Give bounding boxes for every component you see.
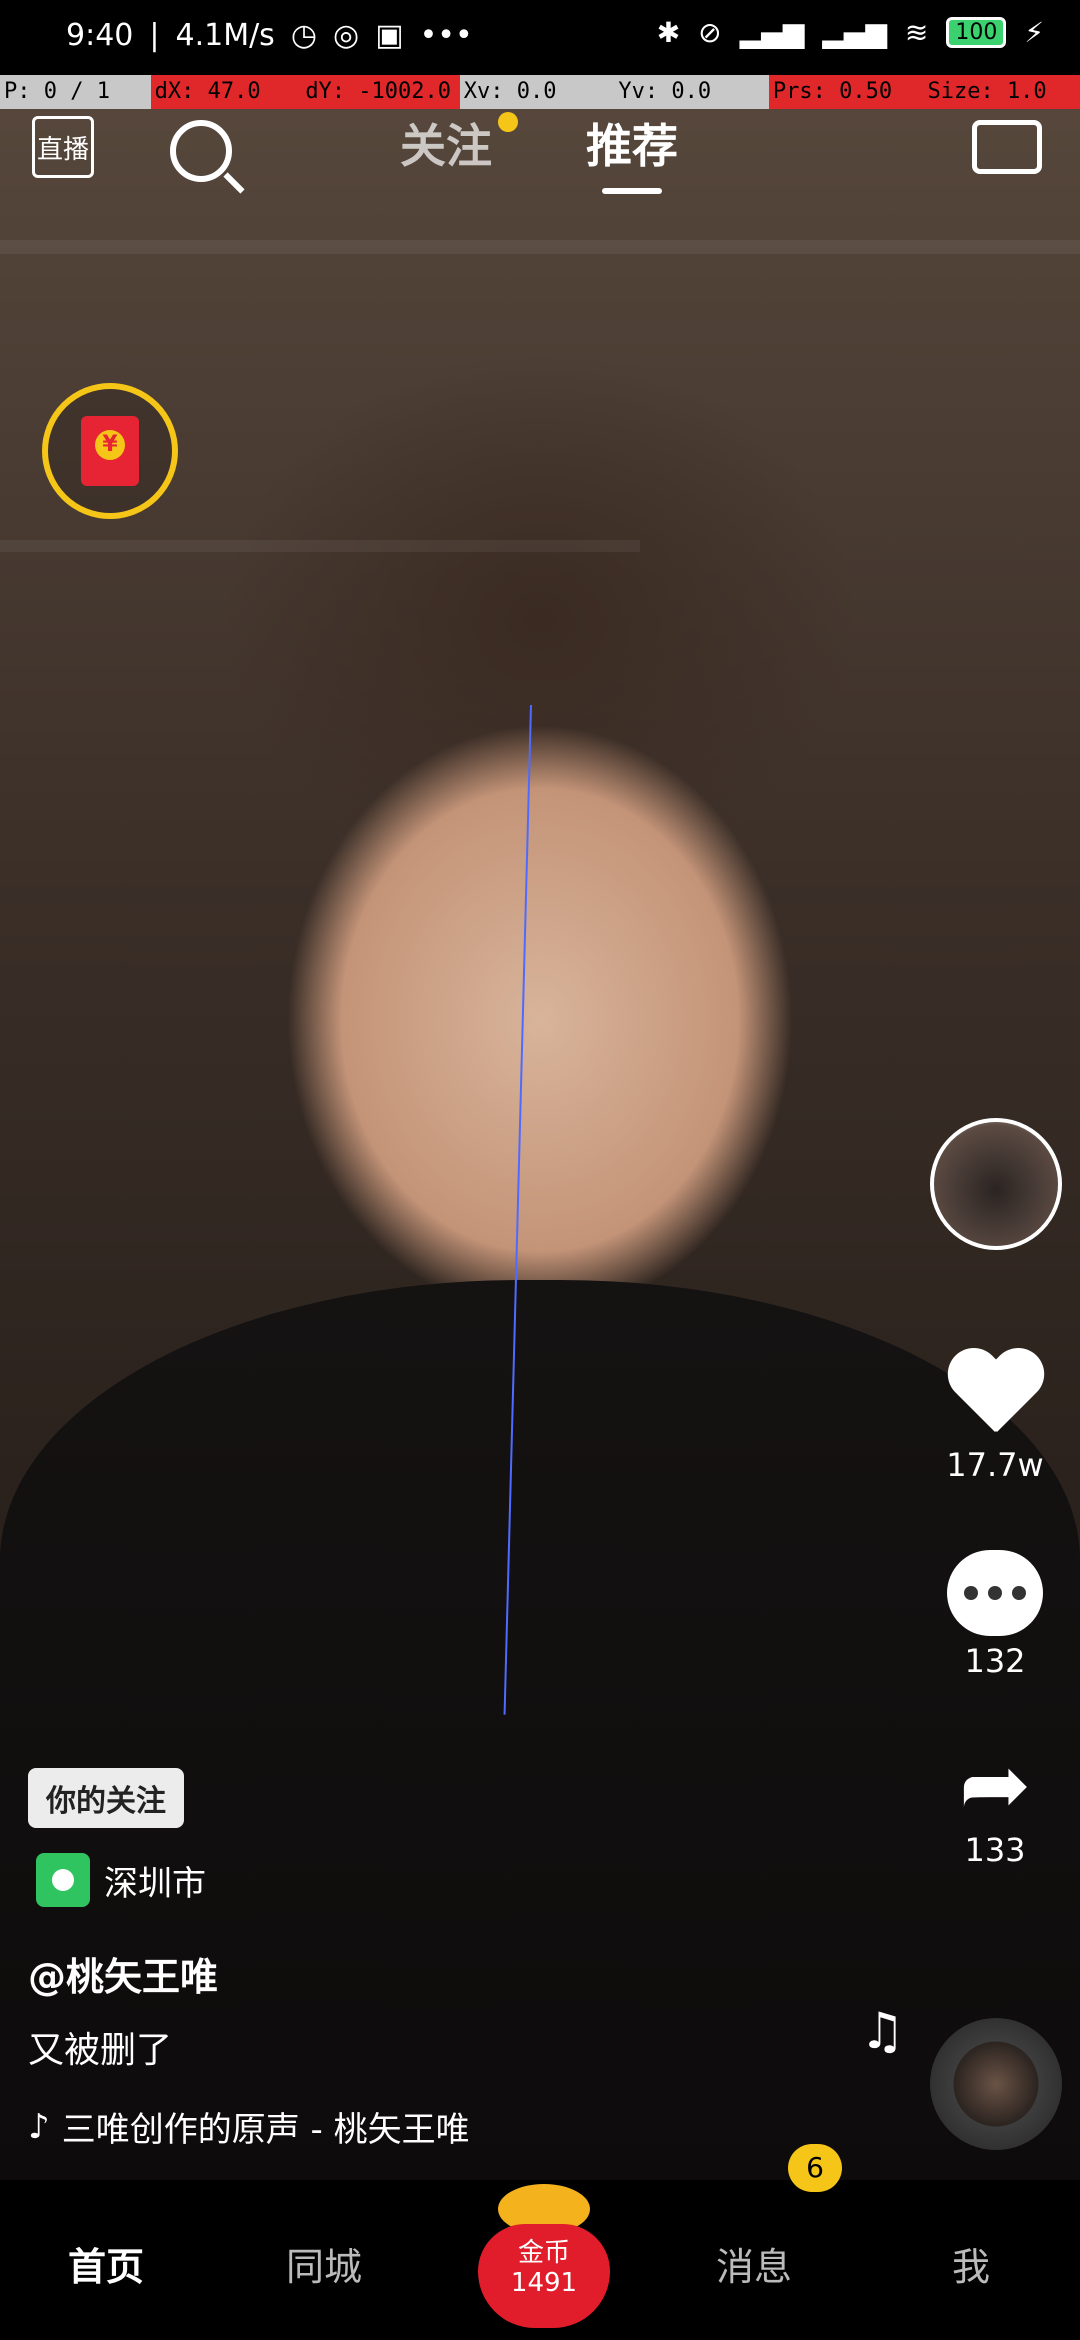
signal-icon: ▂▄▆	[822, 16, 887, 49]
location-tag[interactable]: 深圳市	[36, 1853, 206, 1907]
wifi-icon: ≋	[904, 16, 929, 49]
video-caption: 又被删了	[28, 2030, 173, 2071]
tab-following[interactable]: 关注	[400, 110, 492, 176]
more-notifications-icon: •••	[419, 18, 473, 53]
red-packet-timer-button[interactable]	[42, 383, 178, 519]
share-button[interactable]: ➦ 133	[930, 1735, 1060, 1869]
alarm-icon: ◷	[290, 18, 318, 53]
nav-nearby[interactable]: 同城	[286, 2236, 362, 2291]
debug-dy: dY: -1002.0	[301, 75, 460, 109]
dnd-icon: ⊘	[698, 16, 722, 49]
music-note-icon: ♫	[860, 2002, 905, 2060]
bluetooth-icon: ✱	[656, 16, 681, 49]
following-badge: 你的关注	[28, 1768, 184, 1828]
debug-pointer: P: 0 / 1	[0, 75, 151, 109]
tab-recommended[interactable]: 推荐	[586, 110, 678, 176]
heart-icon	[945, 1350, 1045, 1440]
debug-size: Size: 1.0	[923, 75, 1080, 109]
shelf-line	[0, 540, 640, 552]
active-tab-indicator	[602, 188, 662, 194]
live-button[interactable]: 直播	[32, 116, 94, 178]
debug-xv: Xv: 0.0	[459, 75, 615, 109]
debug-yv: Yv: 0.0	[614, 75, 769, 109]
message-notification-icon: ▣	[375, 18, 404, 53]
share-count: 133	[964, 1831, 1026, 1869]
pointer-debug-bar: P: 0 / 1 dX: 47.0 dY: -1002.0 Xv: 0.0 Yv…	[0, 75, 1080, 109]
red-envelope-icon	[81, 416, 139, 486]
messages-badge: 6	[788, 2144, 842, 2192]
debug-dx: dX: 47.0	[150, 75, 302, 109]
live-label: 直播	[36, 134, 89, 165]
follow-unread-dot	[498, 112, 518, 132]
comment-count: 132	[964, 1642, 1026, 1680]
author-name[interactable]: @桃矢王唯	[28, 1946, 218, 2001]
battery-icon: 100	[946, 17, 1007, 48]
coin-bag-button[interactable]: 金币 1491	[478, 2184, 610, 2328]
nav-messages[interactable]: 消息	[716, 2236, 792, 2291]
signal-icon: ▂▄▆	[739, 16, 805, 49]
coin-count: 1491	[510, 2268, 578, 2298]
nav-home[interactable]: 首页	[68, 2236, 144, 2291]
tiktok-note-icon: ♪	[28, 2106, 50, 2147]
red-bag-icon: 金币 1491	[478, 2224, 610, 2328]
location-pin-icon	[36, 1853, 90, 1907]
charging-icon: ⚡	[1024, 16, 1044, 49]
share-icon: ➦	[958, 1735, 1032, 1835]
status-bar: 9:40 | 4.1M/s ◷ ◎ ▣ ••• ✱ ⊘ ▂▄▆ ▂▄▆ ≋ 10…	[0, 0, 1080, 75]
nav-me[interactable]: 我	[952, 2236, 990, 2291]
music-disc-button[interactable]	[930, 2018, 1062, 2150]
shelf-line	[0, 240, 1080, 254]
search-icon[interactable]	[170, 120, 232, 182]
author-avatar[interactable]	[930, 1118, 1062, 1250]
location-label: 深圳市	[104, 1863, 206, 1904]
top-navigation: 直播 关注 推荐	[0, 110, 1080, 220]
music-title: 三唯创作的原声 - 桃矢王唯	[61, 2110, 470, 2150]
coin-label: 金币	[517, 2238, 570, 2268]
music-info[interactable]: ♪ 三唯创作的原声 - 桃矢王唯	[28, 2102, 470, 2151]
debug-pressure: Prs: 0.50	[768, 75, 924, 109]
network-speed: 4.1M/s	[175, 18, 275, 53]
like-count: 17.7w	[946, 1446, 1044, 1484]
camera-icon[interactable]	[972, 120, 1042, 174]
app-notification-icon: ◎	[333, 18, 360, 53]
comment-icon	[947, 1550, 1043, 1636]
status-time: 9:40	[66, 18, 134, 53]
like-button[interactable]: 17.7w	[930, 1350, 1060, 1484]
comment-button[interactable]: 132	[930, 1550, 1060, 1680]
